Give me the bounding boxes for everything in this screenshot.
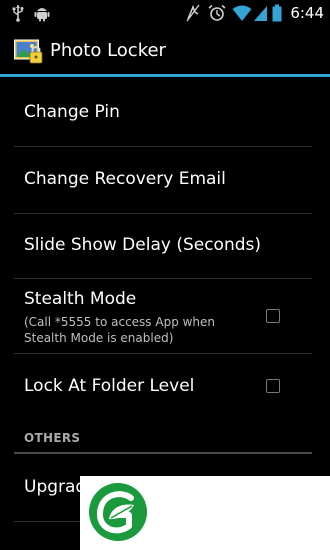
pref-change-pin[interactable]: Change Pin bbox=[0, 80, 330, 146]
status-time: 6:44 bbox=[290, 4, 324, 22]
stealth-mode-checkbox[interactable] bbox=[266, 309, 280, 323]
battery-icon bbox=[272, 4, 282, 22]
pref-change-pin-title: Change Pin bbox=[24, 102, 120, 122]
green-leaf-g-logo-icon bbox=[89, 483, 147, 541]
status-bar: 6:44 bbox=[0, 0, 330, 27]
pref-lock-at-folder-level-title: Lock At Folder Level bbox=[24, 376, 195, 396]
wifi-icon bbox=[232, 5, 252, 21]
pref-stealth-mode-summary: (Call *5555 to access App when Stealth M… bbox=[24, 315, 216, 345]
android-debug-icon bbox=[34, 8, 50, 22]
pref-change-recovery-email[interactable]: Change Recovery Email bbox=[0, 147, 330, 213]
muted-icon bbox=[186, 4, 200, 22]
pref-slide-show-delay-title: Slide Show Delay (Seconds) bbox=[24, 235, 262, 255]
photo-locker-app-icon[interactable] bbox=[14, 38, 44, 64]
pref-stealth-mode[interactable]: Stealth Mode (Call *5555 to access App w… bbox=[0, 279, 330, 353]
category-divider bbox=[14, 452, 312, 454]
pref-slide-show-delay[interactable]: Slide Show Delay (Seconds) bbox=[0, 214, 330, 278]
alarm-icon bbox=[208, 4, 226, 21]
app-title: Photo Locker bbox=[50, 40, 166, 61]
category-header-others: OTHERS bbox=[24, 431, 81, 445]
pref-lock-at-folder-level[interactable]: Lock At Folder Level bbox=[0, 354, 330, 418]
action-bar: Photo Locker bbox=[0, 27, 330, 74]
signal-icon bbox=[254, 6, 267, 21]
pref-stealth-mode-title: Stealth Mode bbox=[24, 289, 137, 309]
lock-at-folder-level-checkbox[interactable] bbox=[266, 379, 280, 393]
pref-change-recovery-email-title: Change Recovery Email bbox=[24, 169, 226, 189]
usb-icon bbox=[12, 5, 24, 22]
action-bar-divider bbox=[0, 74, 330, 77]
